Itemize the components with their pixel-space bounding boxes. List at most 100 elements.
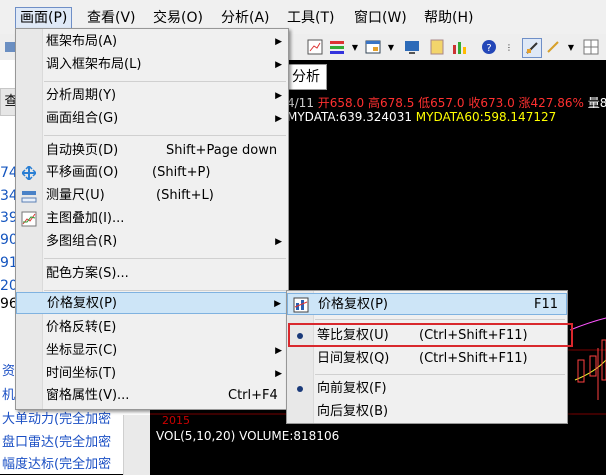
menu-shortcut: (Shift+P)	[152, 165, 211, 180]
menu-item-label: 窗格属性(V)...	[46, 388, 130, 403]
mydata60-value: MYDATA60:598.147127	[415, 110, 557, 124]
menu-separator	[44, 290, 286, 291]
menu-item-ruler[interactable]: 测量尺(U) (Shift+L)	[16, 185, 288, 207]
menu-item-frame-layout[interactable]: 框架布局(A) ▶	[16, 31, 288, 53]
menu-item-color-scheme[interactable]: 配色方案(S)...	[16, 263, 288, 285]
menu-item-period[interactable]: 分析周期(Y) ▶	[16, 85, 288, 107]
submenu-item-backward[interactable]: 向后复权(B)	[287, 401, 567, 423]
submenu-arrow-icon: ▶	[275, 237, 282, 247]
list-item[interactable]: 盘口雷达(完全加密	[2, 431, 111, 450]
menu-help[interactable]: 帮助(H)	[420, 8, 477, 28]
org-label: 机	[2, 388, 16, 403]
menu-item-auto-page[interactable]: 自动换页(D) Shift+Page down	[16, 140, 288, 162]
menu-item-pan[interactable]: 平移画面(O) (Shift+P)	[16, 162, 288, 184]
submenu-arrow-icon: ▶	[275, 114, 282, 124]
menu-view[interactable]: 查看(V)	[83, 8, 140, 28]
menu-item-price-adjust[interactable]: 价格复权(P) ▶	[16, 292, 288, 314]
menu-item-label: 时间坐标(T)	[46, 366, 117, 381]
menu-item-label: 向前复权(F)	[317, 381, 387, 396]
menu-item-axis-display[interactable]: 坐标显示(C) ▶	[16, 340, 288, 362]
submenu-item-daily[interactable]: 日间复权(Q) (Ctrl+Shift+F11)	[287, 348, 567, 370]
submenu-arrow-icon: ▶	[275, 369, 282, 379]
menu-item-load-layout[interactable]: 调入框架布局(L) ▶	[16, 54, 288, 76]
radio-bullet-icon	[292, 381, 308, 397]
submenu-arrow-icon: ▶	[275, 346, 282, 356]
move-icon	[21, 165, 37, 181]
menu-shortcut: Shift+Page down	[166, 143, 278, 158]
dropdown-arrow-icon[interactable]: ▼	[346, 38, 364, 56]
menu-item-label: 框架布局(A)	[46, 34, 118, 49]
quote-date: 4/11	[287, 96, 314, 110]
menu-item-price-invert[interactable]: 价格反转(E)	[16, 317, 288, 339]
menu-window[interactable]: 窗口(W)	[350, 8, 411, 28]
submenu-item-price-adjust[interactable]: 价格复权(P) F11	[287, 293, 567, 315]
menu-shortcut: F11	[534, 297, 559, 312]
highlight-annotation-box	[288, 323, 573, 347]
list-item[interactable]: 大单动力(完全加密	[2, 408, 111, 427]
monitor-icon[interactable]	[403, 38, 421, 56]
menu-separator	[44, 258, 286, 259]
menu-item-label: 向后复权(B)	[317, 404, 389, 419]
overlay-chart-icon	[21, 211, 37, 227]
help-icon[interactable]: ?	[480, 38, 498, 56]
ruler-icon	[21, 188, 37, 204]
menu-item-label: 测量尺(U)	[46, 188, 105, 203]
window-icon[interactable]	[364, 38, 382, 56]
indicator-info-line: MYDATA:639.324031 MYDATA60:598.147127	[287, 110, 556, 124]
quote-close: 收673.0	[468, 96, 515, 110]
submenu-item-forward[interactable]: 向前复权(F)	[287, 378, 567, 400]
menu-item-label: 配色方案(S)...	[46, 266, 129, 281]
quote-info-line: 4/11 开658.0 高678.5 低657.0 收673.0 涨427.86…	[287, 94, 606, 111]
list-item[interactable]: 幅度达标(完全加密	[2, 453, 111, 472]
quote-change: 涨427.86%	[518, 96, 584, 110]
submenu-arrow-icon: ▶	[275, 60, 282, 70]
menu-item-time-axis[interactable]: 时间坐标(T) ▶	[16, 363, 288, 385]
menu-trade[interactable]: 交易(O)	[149, 8, 207, 28]
color-bars-icon[interactable]	[328, 38, 346, 56]
menu-tools[interactable]: 工具(T)	[283, 8, 338, 28]
menu-item-label: 分析周期(Y)	[46, 88, 117, 103]
menu-item-label: 主图叠加(I)...	[46, 211, 125, 226]
dropdown-arrow-icon[interactable]: ▼	[562, 38, 580, 56]
scrollbar[interactable]	[123, 415, 150, 475]
menu-item-label: 价格反转(E)	[46, 320, 117, 335]
menu-screen[interactable]: 画面(P)	[15, 7, 73, 29]
tab-analysis[interactable]: 分析	[285, 64, 327, 90]
menu-item-label: 日间复权(Q)	[317, 351, 390, 366]
chart-grid-icon[interactable]	[306, 38, 324, 56]
grid-view-icon[interactable]	[582, 38, 600, 56]
quote-high: 高678.5	[367, 96, 415, 110]
menu-item-label: 画面组合(G)	[46, 111, 119, 126]
menu-item-label: 平移画面(O)	[46, 165, 119, 180]
price-adjust-icon	[293, 297, 309, 313]
menu-shortcut: (Ctrl+Shift+F11)	[419, 351, 528, 366]
volume-indicator-label: VOL(5,10,20) VOLUME:818106	[156, 429, 340, 443]
year-label: 2015	[162, 414, 190, 427]
menu-separator	[315, 319, 565, 320]
menu-item-label: 自动换页(D)	[46, 143, 119, 158]
quote-volume: 量8	[587, 96, 606, 110]
menu-separator	[315, 374, 565, 375]
menu-item-multi-chart[interactable]: 多图组合(R) ▶	[16, 231, 288, 253]
mydata-value: MYDATA:639.324031	[287, 110, 412, 124]
menu-item-combination[interactable]: 画面组合(G) ▶	[16, 108, 288, 130]
toolbar-overflow-icon[interactable]: ⋮	[500, 38, 518, 56]
menu-item-label: 价格复权(P)	[318, 297, 388, 312]
menu-shortcut: (Shift+L)	[156, 188, 214, 203]
dropdown-arrow-icon[interactable]: ▼	[382, 38, 400, 56]
chart-bars-icon[interactable]	[450, 38, 468, 56]
menu-item-pane-properties[interactable]: 窗格属性(V)... Ctrl+F4	[16, 385, 288, 407]
menu-item-overlay[interactable]: 主图叠加(I)...	[16, 208, 288, 230]
draw-tool-icon[interactable]	[522, 38, 542, 58]
line-tool-icon[interactable]	[544, 38, 562, 56]
notes-icon[interactable]	[428, 38, 446, 56]
menu-analysis[interactable]: 分析(A)	[217, 8, 274, 28]
menu-separator	[44, 81, 286, 82]
price-adjust-submenu: 价格复权(P) F11 等比复权(U) (Ctrl+Shift+F11) 日间复权(…	[286, 290, 568, 424]
submenu-arrow-icon: ▶	[275, 37, 282, 47]
svg-text:?: ?	[486, 43, 491, 54]
screen-menu: 框架布局(A) ▶ 调入框架布局(L) ▶ 分析周期(Y) ▶ 画面组合(G) ▶ 自动…	[15, 28, 289, 410]
menu-shortcut: Ctrl+F4	[228, 388, 278, 403]
menu-item-label: 价格复权(P)	[47, 296, 117, 311]
menu-separator	[44, 135, 286, 136]
